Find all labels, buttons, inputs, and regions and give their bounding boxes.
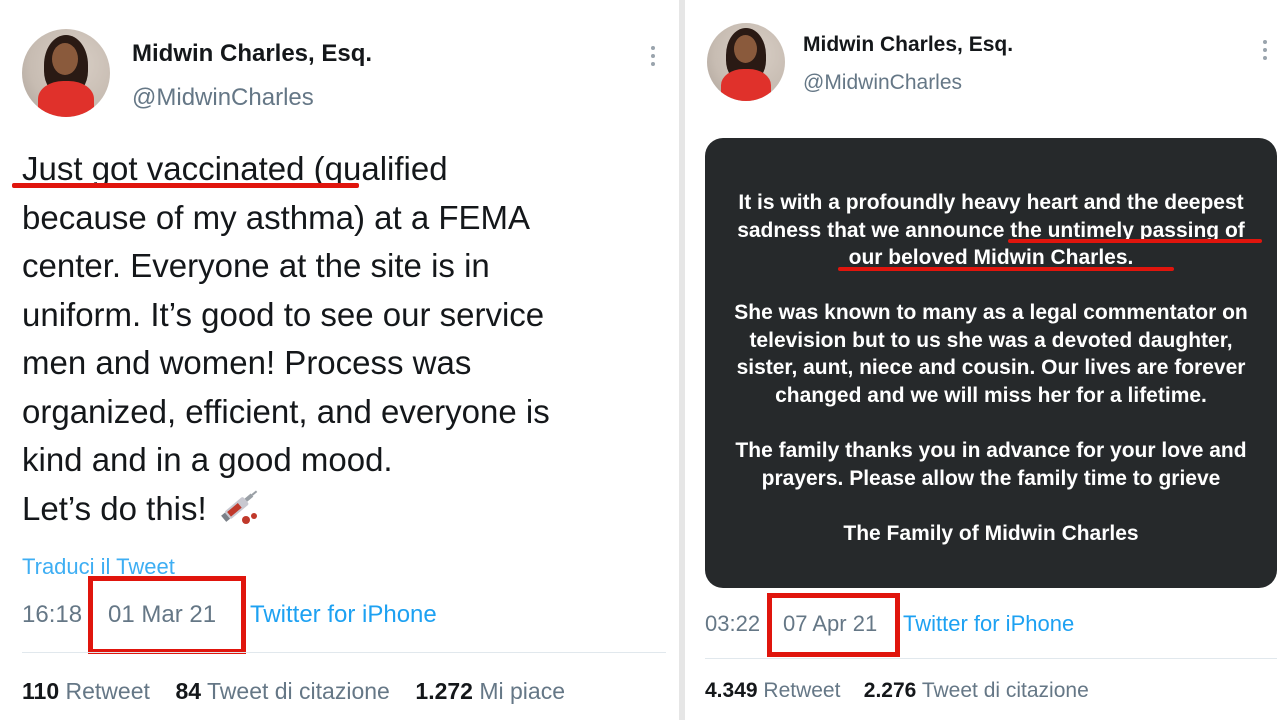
retweets-label: Retweet (763, 679, 841, 702)
author-name[interactable]: Midwin Charles, Esq. (132, 40, 372, 68)
highlight-underline (12, 183, 359, 188)
divider-line (22, 652, 666, 653)
announcement-paragraph-2: She was known to many as a legal comment… (734, 301, 1248, 407)
panel-divider (679, 0, 685, 720)
retweets-stat[interactable]: 110 Retweet (22, 678, 150, 704)
author-handle[interactable]: @MidwinCharles (803, 71, 962, 95)
likes-count: 1.272 (415, 678, 473, 704)
likes-label: Mi piace (479, 678, 566, 704)
author-handle[interactable]: @MidwinCharles (132, 84, 314, 112)
tweet-text-highlight: Just got vaccinated (22, 150, 305, 187)
quotes-count: 2.276 (863, 679, 917, 702)
retweets-label: Retweet (65, 678, 150, 704)
likes-stat[interactable]: 1.272 Mi piace (415, 678, 565, 704)
tweet-source-link[interactable]: Twitter for iPhone (250, 601, 437, 629)
date-highlight-box (767, 593, 900, 657)
quotes-stat[interactable]: 2.276 Tweet di citazione (864, 679, 1089, 702)
retweets-stat[interactable]: 4.349 Retweet (705, 679, 840, 702)
quotes-label: Tweet di citazione (207, 678, 390, 704)
avatar[interactable] (707, 23, 785, 101)
passing-underline (1008, 239, 1262, 243)
engagement-stats: 4.349 Retweet 2.276 Tweet di citazione (705, 679, 1089, 703)
retweets-count: 110 (22, 678, 60, 704)
tweet-text: Just got vaccinated (qualified because o… (22, 145, 662, 533)
tweet-time: 03:22 (705, 611, 761, 636)
quotes-stat[interactable]: 84 Tweet di citazione (175, 678, 389, 704)
divider-line (705, 658, 1277, 659)
tweet-time: 16:18 (22, 601, 83, 628)
author-name[interactable]: Midwin Charles, Esq. (803, 33, 1013, 57)
date-highlight-box (88, 576, 246, 654)
announcement-paragraph-1: It is with a profoundly heavy heart and … (737, 191, 1245, 269)
tweet-source-link[interactable]: Twitter for iPhone (903, 611, 1074, 637)
quotes-count: 84 (175, 678, 202, 704)
more-options-icon[interactable] (651, 42, 655, 70)
announcement-signature: The Family of Midwin Charles (843, 522, 1139, 545)
syringe-icon (216, 486, 262, 526)
quotes-label: Tweet di citazione (921, 679, 1089, 702)
passing-underline-2 (838, 267, 1174, 271)
more-options-icon[interactable] (1263, 36, 1267, 64)
avatar[interactable] (22, 29, 110, 117)
tweet-text-body: (qualified because of my asthma) at a FE… (22, 150, 550, 527)
engagement-stats: 110 Retweet 84 Tweet di citazione 1.272 … (22, 678, 565, 705)
announcement-paragraph-3: The family thanks you in advance for you… (735, 439, 1247, 490)
retweets-count: 4.349 (705, 679, 758, 702)
